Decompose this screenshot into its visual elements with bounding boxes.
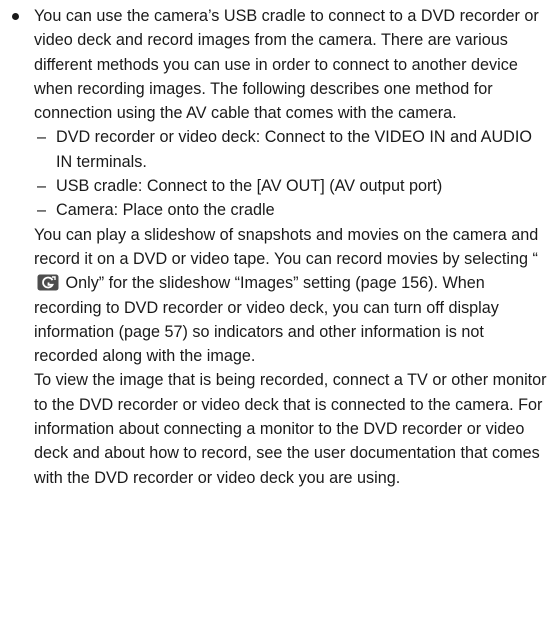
movie-mode-icon [37,274,59,291]
connection-text-dvd: DVD recorder or video deck: Connect to t… [56,128,532,171]
dash-marker: – [37,128,47,147]
connection-list: – DVD recorder or video deck: Connect to… [34,125,552,222]
bullet-point-icon [12,13,19,20]
slideshow-text-start: You can play a slideshow of snapshots an… [34,225,539,268]
connection-item-dvd: – DVD recorder or video deck: Connect to… [34,125,552,174]
bullet-item: You can use the camera’s USB cradle to c… [12,4,552,490]
manual-page: You can use the camera’s USB cradle to c… [0,0,555,642]
connection-text-cradle: USB cradle: Connect to the [AV OUT] (AV … [56,177,443,196]
connection-item-cradle: – USB cradle: Connect to the [AV OUT] (A… [34,174,552,198]
dash-marker: – [37,177,47,196]
connection-text-camera: Camera: Place onto the cradle [56,201,275,220]
slideshow-paragraph: You can play a slideshow of snapshots an… [34,223,552,369]
viewing-paragraph: To view the image that is being recorded… [34,371,547,487]
connection-item-camera: – Camera: Place onto the cradle [34,198,552,222]
bullet-content: You can use the camera’s USB cradle to c… [34,4,552,490]
intro-paragraph: You can use the camera’s USB cradle to c… [34,7,539,123]
slideshow-text-end: Only” for the slideshow “Images” setting… [34,274,499,366]
dash-marker: – [37,201,47,220]
